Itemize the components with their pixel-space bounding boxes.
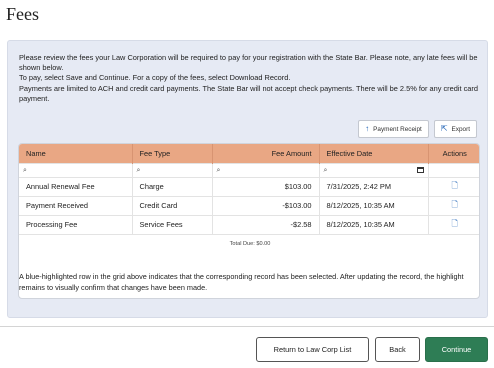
fee-type-filter-input[interactable] [143, 166, 208, 174]
search-icon: ⌕ [136, 166, 141, 174]
cell-effective-date: 7/31/2025, 2:42 PM [319, 176, 429, 196]
total-due: Total Due: $0.00 [19, 233, 479, 254]
column-header-actions: Actions [428, 144, 479, 163]
payment-receipt-label: Payment Receipt [373, 125, 422, 133]
export-label: Export [451, 125, 470, 133]
return-to-law-corp-list-button[interactable]: Return to Law Corp List [256, 337, 369, 362]
intro-text: Please review the fees your Law Corporat… [19, 53, 481, 104]
calendar-icon[interactable] [417, 167, 424, 173]
filter-row: ⌕ ⌕ ⌕ ⌕ [19, 162, 479, 177]
column-header-fee-amount[interactable]: Fee Amount [212, 144, 320, 163]
cell-fee-type: Credit Card [132, 195, 213, 215]
cell-name: Processing Fee [19, 214, 133, 234]
search-icon: ⌕ [216, 166, 221, 174]
column-header-name[interactable]: Name [19, 144, 133, 163]
back-button[interactable]: Back [375, 337, 420, 362]
footer-divider [0, 326, 494, 327]
grid-header-row: Name Fee Type Fee Amount Effective Date … [19, 144, 479, 163]
intro-paragraph-1: Please review the fees your Law Corporat… [19, 53, 478, 73]
total-row: Total Due: $0.00 [19, 233, 479, 254]
cell-fee-type: Charge [132, 176, 213, 196]
cell-effective-date: 8/12/2025, 10:35 AM [319, 195, 429, 215]
selection-note: A blue-highlighted row in the grid above… [19, 272, 464, 292]
table-row[interactable]: Payment Received Credit Card -$103.00 8/… [19, 195, 479, 215]
table-row[interactable]: Annual Renewal Fee Charge $103.00 7/31/2… [19, 176, 479, 196]
grid-toolbar: ↑ Payment Receipt ⇱ Export [358, 120, 477, 138]
export-button[interactable]: ⇱ Export [433, 120, 477, 138]
cell-fee-amount: $103.00 [212, 176, 320, 196]
cell-name: Payment Received [19, 195, 133, 215]
fees-panel: Please review the fees your Law Corporat… [7, 40, 488, 318]
effective-date-filter-input[interactable] [330, 166, 415, 174]
intro-paragraph-3: Payments are limited to ACH and credit c… [19, 83, 478, 103]
cell-fee-amount: -$2.58 [212, 214, 320, 234]
column-header-fee-type[interactable]: Fee Type [132, 144, 213, 163]
document-icon[interactable]: 🗋 [452, 200, 458, 209]
name-filter-input[interactable] [29, 166, 128, 174]
document-icon[interactable]: 🗋 [452, 181, 458, 190]
document-icon[interactable]: 🗋 [452, 219, 458, 228]
search-icon: ⌕ [23, 166, 27, 174]
cell-effective-date: 8/12/2025, 10:35 AM [319, 214, 429, 234]
payment-receipt-button[interactable]: ↑ Payment Receipt [358, 120, 429, 138]
cell-fee-type: Service Fees [132, 214, 213, 234]
arrow-up-icon: ↑ [365, 124, 370, 133]
fee-amount-filter-input[interactable] [223, 166, 315, 174]
cell-name: Annual Renewal Fee [19, 176, 133, 196]
search-icon: ⌕ [323, 166, 328, 174]
table-row[interactable]: Processing Fee Service Fees -$2.58 8/12/… [19, 214, 479, 234]
intro-paragraph-2: To pay, select Save and Continue. For a … [19, 73, 291, 83]
column-header-effective-date[interactable]: Effective Date [319, 144, 429, 163]
continue-button[interactable]: Continue [425, 337, 488, 362]
cell-fee-amount: -$103.00 [212, 195, 320, 215]
page-title: Fees [6, 4, 39, 24]
export-icon: ⇱ [440, 124, 448, 133]
